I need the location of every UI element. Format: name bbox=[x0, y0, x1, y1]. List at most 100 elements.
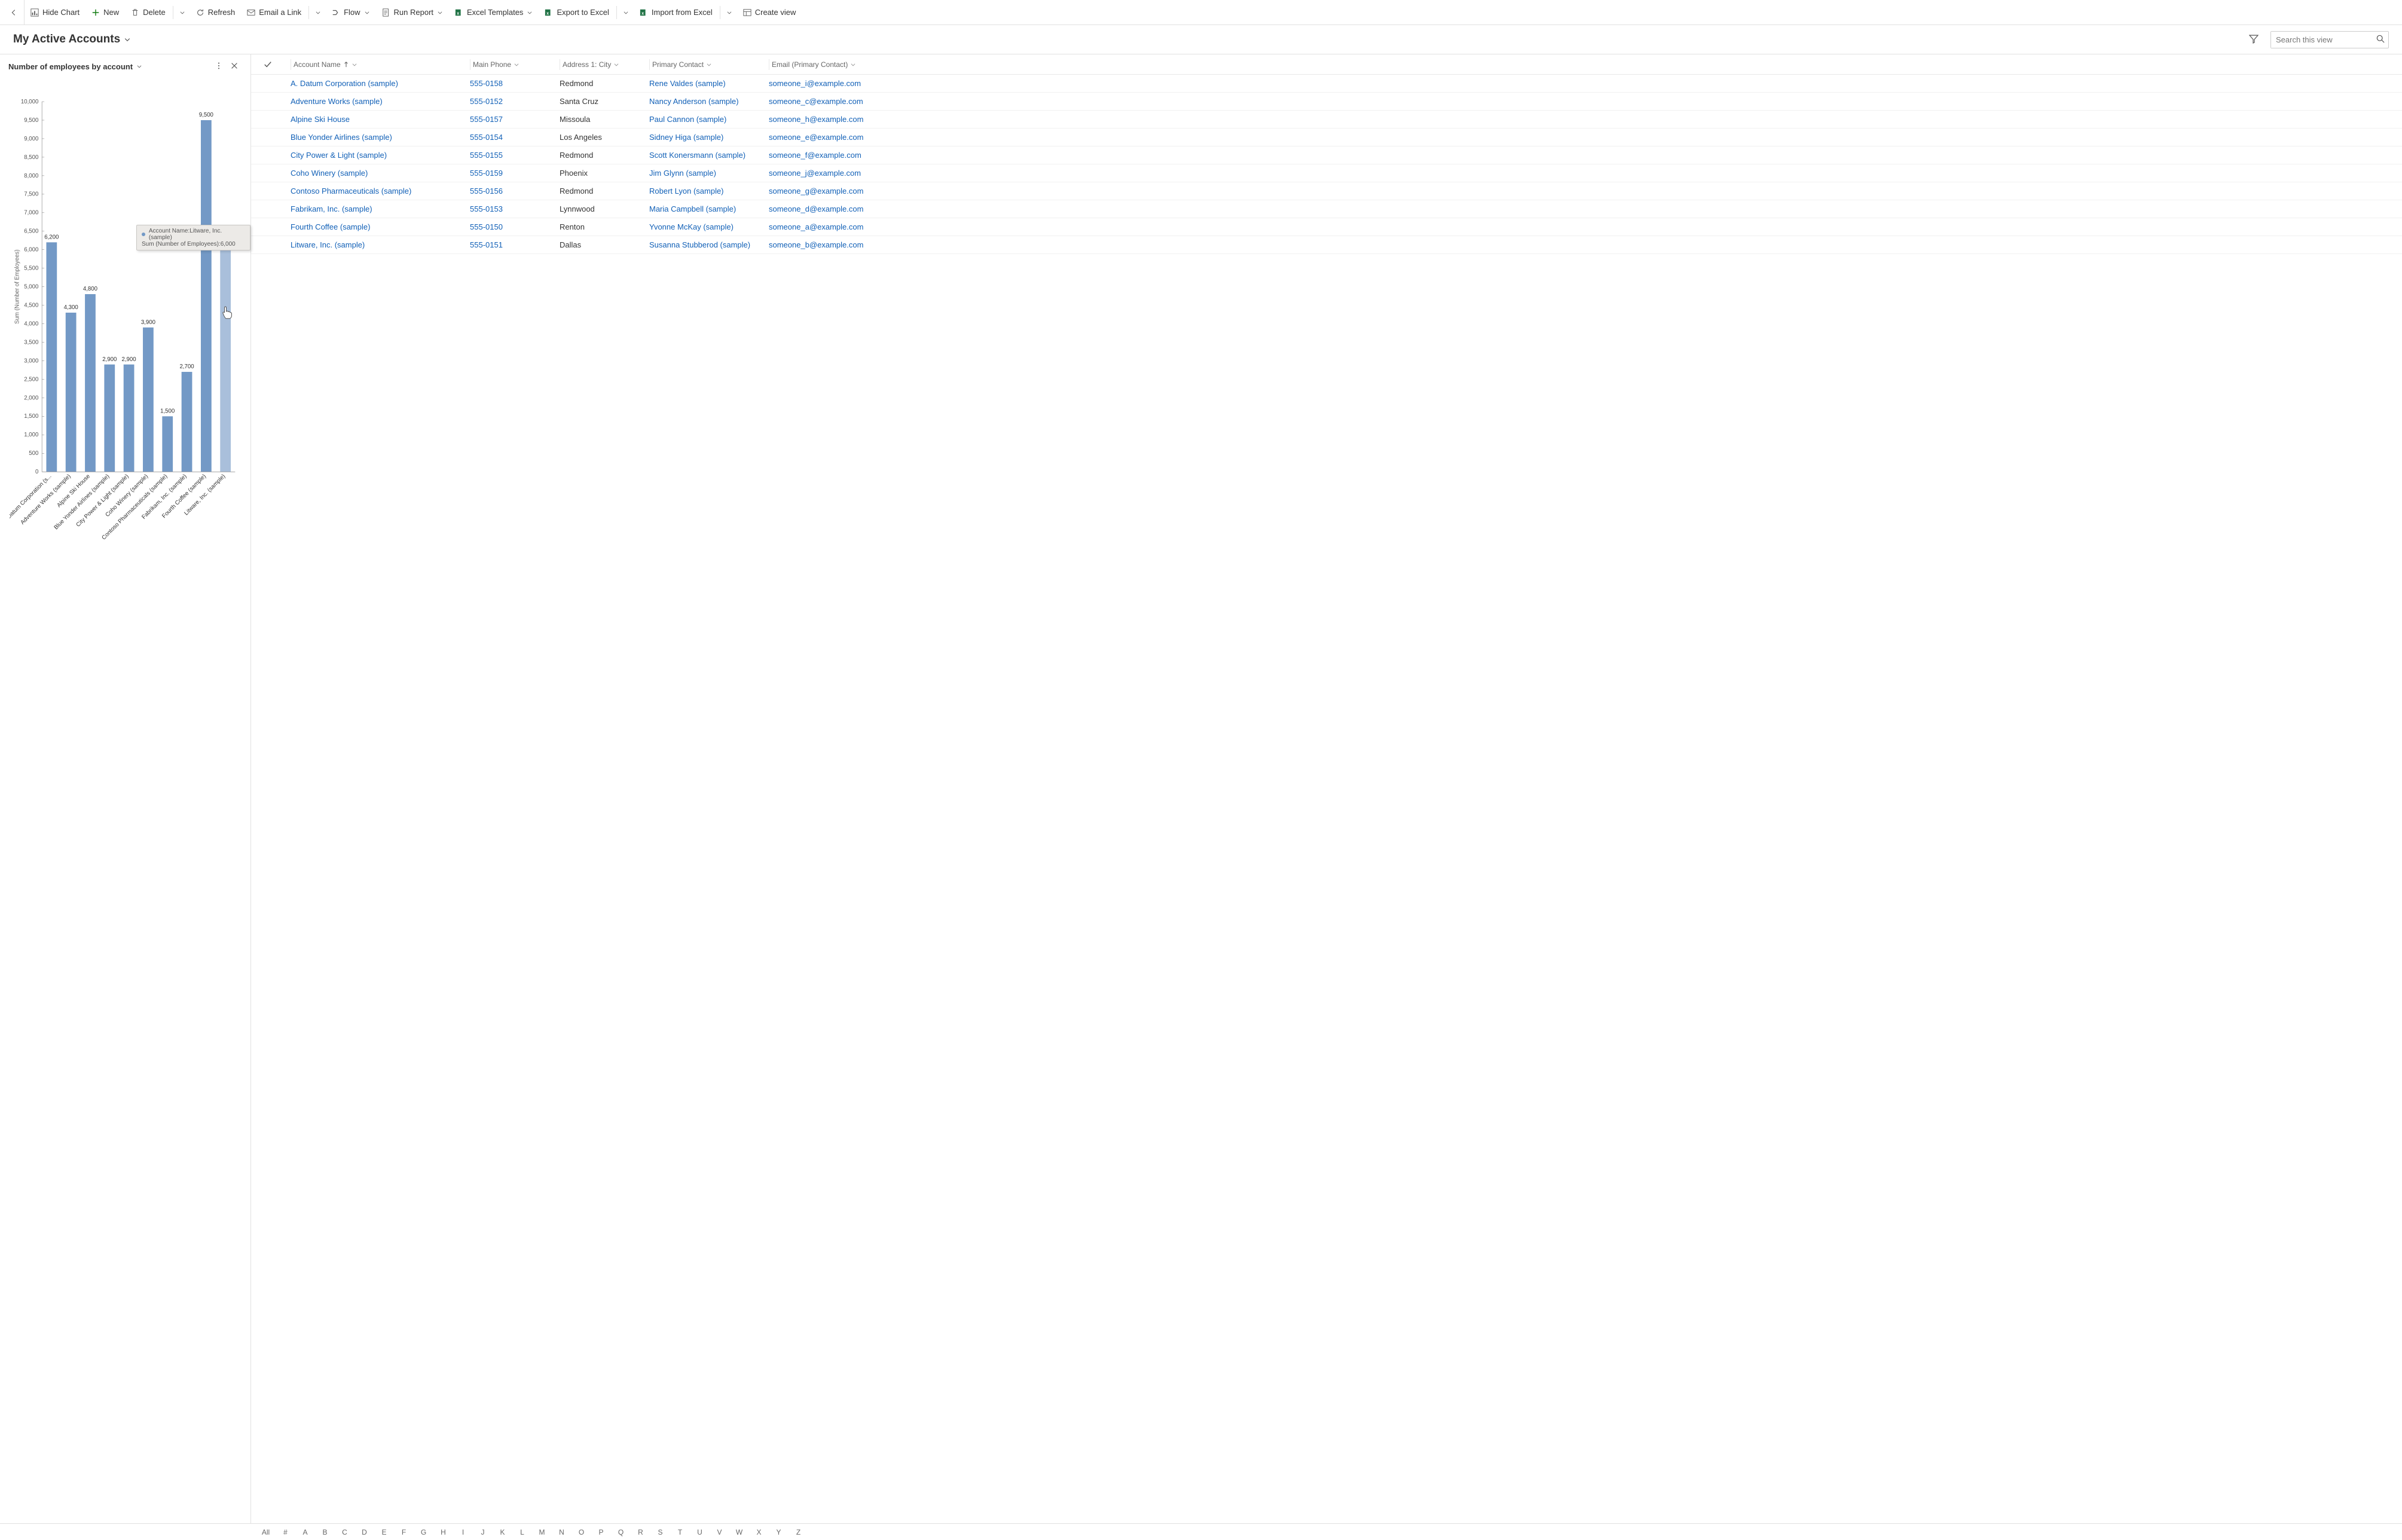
cell-phone[interactable]: 555-0155 bbox=[464, 151, 554, 160]
letter-filter[interactable]: D bbox=[355, 1528, 374, 1536]
cell-phone[interactable]: 555-0158 bbox=[464, 79, 554, 88]
import-excel-dropdown[interactable] bbox=[722, 0, 737, 25]
table-row[interactable]: A. Datum Corporation (sample)555-0158Red… bbox=[251, 75, 2402, 93]
chart-bar[interactable] bbox=[182, 372, 192, 472]
letter-filter[interactable]: X bbox=[749, 1528, 769, 1536]
letter-filter[interactable]: G bbox=[414, 1528, 433, 1536]
delete-dropdown[interactable] bbox=[175, 0, 190, 25]
bar-chart[interactable]: 05001,0001,5002,0002,5003,0003,5004,0004… bbox=[10, 84, 241, 1521]
letter-filter[interactable]: Y bbox=[769, 1528, 789, 1536]
cell-email[interactable]: someone_a@example.com bbox=[763, 222, 2402, 231]
flow-button[interactable]: Flow bbox=[326, 0, 375, 25]
letter-filter[interactable]: V bbox=[710, 1528, 729, 1536]
letter-filter[interactable]: All bbox=[256, 1528, 276, 1536]
letter-filter[interactable]: E bbox=[374, 1528, 394, 1536]
letter-filter[interactable]: A bbox=[295, 1528, 315, 1536]
letter-filter[interactable]: P bbox=[591, 1528, 611, 1536]
cell-phone[interactable]: 555-0153 bbox=[464, 204, 554, 213]
refresh-button[interactable]: Refresh bbox=[190, 0, 242, 25]
table-row[interactable]: Adventure Works (sample)555-0152Santa Cr… bbox=[251, 93, 2402, 111]
chart-bar[interactable] bbox=[46, 242, 57, 472]
cell-account-name[interactable]: Coho Winery (sample) bbox=[285, 169, 464, 178]
export-excel-dropdown[interactable] bbox=[618, 0, 634, 25]
cell-contact[interactable]: Nancy Anderson (sample) bbox=[643, 97, 763, 106]
cell-phone[interactable]: 555-0157 bbox=[464, 115, 554, 124]
column-email[interactable]: Email (Primary Contact) bbox=[763, 59, 2402, 70]
column-account-name[interactable]: Account Name bbox=[285, 59, 464, 70]
cell-phone[interactable]: 555-0154 bbox=[464, 133, 554, 142]
cell-account-name[interactable]: Fabrikam, Inc. (sample) bbox=[285, 204, 464, 213]
cell-account-name[interactable]: Contoso Pharmaceuticals (sample) bbox=[285, 187, 464, 195]
cell-contact[interactable]: Susanna Stubberod (sample) bbox=[643, 240, 763, 249]
table-row[interactable]: Contoso Pharmaceuticals (sample)555-0156… bbox=[251, 182, 2402, 200]
cell-account-name[interactable]: Litware, Inc. (sample) bbox=[285, 240, 464, 249]
cell-account-name[interactable]: City Power & Light (sample) bbox=[285, 151, 464, 160]
cell-email[interactable]: someone_i@example.com bbox=[763, 79, 2402, 88]
cell-email[interactable]: someone_h@example.com bbox=[763, 115, 2402, 124]
letter-filter[interactable]: U bbox=[690, 1528, 710, 1536]
letter-filter[interactable]: C bbox=[335, 1528, 355, 1536]
cell-contact[interactable]: Sidney Higa (sample) bbox=[643, 133, 763, 142]
search-button[interactable] bbox=[2373, 32, 2388, 47]
letter-filter[interactable]: # bbox=[276, 1528, 295, 1536]
letter-filter[interactable]: Z bbox=[789, 1528, 808, 1536]
letter-filter[interactable]: F bbox=[394, 1528, 414, 1536]
table-row[interactable]: Coho Winery (sample)555-0159PhoenixJim G… bbox=[251, 164, 2402, 182]
chart-bar[interactable] bbox=[162, 416, 173, 472]
cell-email[interactable]: someone_j@example.com bbox=[763, 169, 2402, 178]
delete-button[interactable]: Delete bbox=[125, 0, 172, 25]
letter-filter[interactable]: Q bbox=[611, 1528, 631, 1536]
cell-phone[interactable]: 555-0152 bbox=[464, 97, 554, 106]
cell-contact[interactable]: Paul Cannon (sample) bbox=[643, 115, 763, 124]
cell-email[interactable]: someone_d@example.com bbox=[763, 204, 2402, 213]
cell-account-name[interactable]: Fourth Coffee (sample) bbox=[285, 222, 464, 231]
letter-filter[interactable]: H bbox=[433, 1528, 453, 1536]
chart-close-button[interactable] bbox=[227, 59, 242, 74]
excel-templates-button[interactable]: x Excel Templates bbox=[449, 0, 539, 25]
letter-filter[interactable]: I bbox=[453, 1528, 473, 1536]
chart-bar[interactable] bbox=[220, 250, 231, 472]
letter-filter[interactable]: L bbox=[512, 1528, 532, 1536]
cell-contact[interactable]: Rene Valdes (sample) bbox=[643, 79, 763, 88]
cell-email[interactable]: someone_b@example.com bbox=[763, 240, 2402, 249]
export-excel-button[interactable]: x Export to Excel bbox=[539, 0, 615, 25]
chart-bar[interactable] bbox=[201, 120, 212, 472]
select-all-column[interactable] bbox=[251, 60, 285, 69]
table-row[interactable]: Alpine Ski House555-0157MissoulaPaul Can… bbox=[251, 111, 2402, 129]
chart-bar[interactable] bbox=[104, 365, 115, 472]
new-button[interactable]: New bbox=[85, 0, 125, 25]
chart-bar[interactable] bbox=[66, 313, 77, 472]
filter-button[interactable] bbox=[2245, 30, 2262, 49]
table-row[interactable]: City Power & Light (sample)555-0155Redmo… bbox=[251, 146, 2402, 164]
cell-phone[interactable]: 555-0159 bbox=[464, 169, 554, 178]
email-link-button[interactable]: Email a Link bbox=[241, 0, 307, 25]
table-row[interactable]: Fabrikam, Inc. (sample)555-0153LynnwoodM… bbox=[251, 200, 2402, 218]
cell-contact[interactable]: Robert Lyon (sample) bbox=[643, 187, 763, 195]
cell-contact[interactable]: Maria Campbell (sample) bbox=[643, 204, 763, 213]
back-button[interactable] bbox=[4, 0, 25, 25]
cell-account-name[interactable]: A. Datum Corporation (sample) bbox=[285, 79, 464, 88]
cell-account-name[interactable]: Blue Yonder Airlines (sample) bbox=[285, 133, 464, 142]
column-main-phone[interactable]: Main Phone bbox=[464, 59, 554, 70]
chart-more-button[interactable] bbox=[211, 59, 227, 74]
cell-account-name[interactable]: Alpine Ski House bbox=[285, 115, 464, 124]
cell-email[interactable]: someone_c@example.com bbox=[763, 97, 2402, 106]
cell-email[interactable]: someone_g@example.com bbox=[763, 187, 2402, 195]
letter-filter[interactable]: M bbox=[532, 1528, 552, 1536]
chart-bar[interactable] bbox=[143, 328, 154, 472]
letter-filter[interactable]: R bbox=[631, 1528, 650, 1536]
letter-filter[interactable]: T bbox=[670, 1528, 690, 1536]
letter-filter[interactable]: B bbox=[315, 1528, 335, 1536]
chart-bar[interactable] bbox=[124, 365, 135, 472]
cell-contact[interactable]: Yvonne McKay (sample) bbox=[643, 222, 763, 231]
letter-filter[interactable]: N bbox=[552, 1528, 572, 1536]
cell-email[interactable]: someone_f@example.com bbox=[763, 151, 2402, 160]
letter-filter[interactable]: J bbox=[473, 1528, 493, 1536]
cell-email[interactable]: someone_e@example.com bbox=[763, 133, 2402, 142]
cell-phone[interactable]: 555-0156 bbox=[464, 187, 554, 195]
cell-phone[interactable]: 555-0150 bbox=[464, 222, 554, 231]
chart-bar[interactable] bbox=[85, 294, 96, 472]
hide-chart-button[interactable]: Hide Chart bbox=[25, 0, 85, 25]
import-excel-button[interactable]: x Import from Excel bbox=[634, 0, 719, 25]
letter-filter[interactable]: S bbox=[650, 1528, 670, 1536]
